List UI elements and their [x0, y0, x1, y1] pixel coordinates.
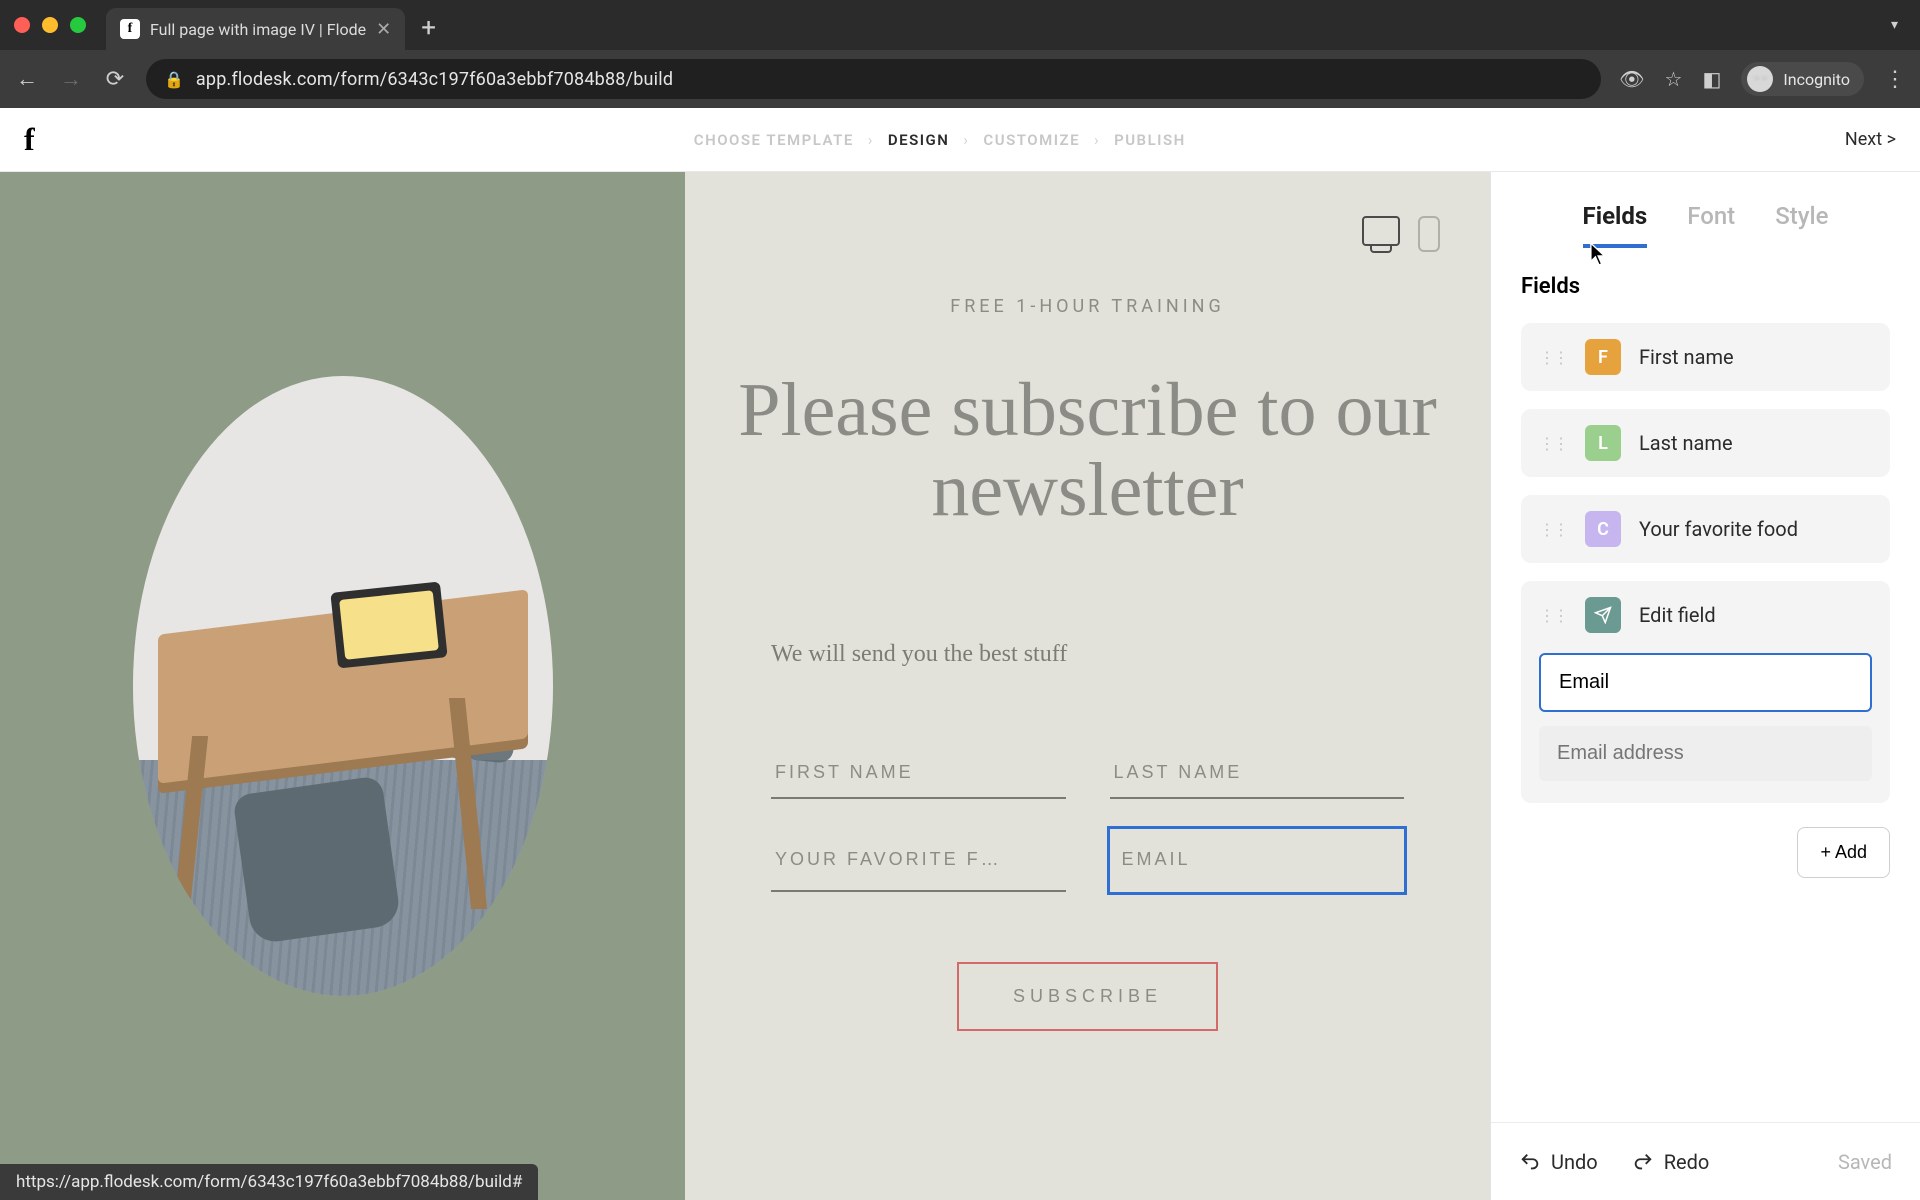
panel-title: Fields — [1521, 274, 1890, 299]
step-design[interactable]: DESIGN — [888, 131, 950, 149]
tab-font[interactable]: Font — [1687, 202, 1735, 248]
fields-panel: Fields ⋮⋮ F First name ⋮⋮ L Last name ⋮⋮… — [1491, 248, 1920, 1122]
eye-off-icon[interactable]: 👁 — [1619, 67, 1644, 91]
window-close-button[interactable] — [14, 17, 30, 33]
canvas-image-pane — [0, 172, 685, 1200]
undo-button[interactable]: Undo — [1519, 1150, 1598, 1174]
status-bar-url: https://app.flodesk.com/form/6343c197f60… — [0, 1164, 538, 1200]
device-toggle — [1362, 216, 1440, 252]
chevron-right-icon: › — [1094, 131, 1100, 149]
app-header: f CHOOSE TEMPLATE › DESIGN › CUSTOMIZE ›… — [0, 108, 1920, 172]
bookmark-star-icon[interactable]: ☆ — [1665, 67, 1683, 91]
tab-fields[interactable]: Fields — [1583, 202, 1648, 248]
window-minimize-button[interactable] — [42, 17, 58, 33]
form-fields — [771, 748, 1404, 892]
chevron-right-icon: › — [963, 131, 969, 149]
field-row-last-name[interactable]: ⋮⋮ L Last name — [1521, 409, 1890, 477]
incognito-label: Incognito — [1783, 70, 1850, 89]
field-badge: F — [1585, 339, 1621, 375]
window-zoom-button[interactable] — [70, 17, 86, 33]
field-badge: C — [1585, 511, 1621, 547]
field-label: Last name — [1639, 431, 1733, 455]
canvas: FREE 1-HOUR TRAINING Please subscribe to… — [0, 172, 1490, 1200]
tab-title: Full page with image IV | Flode — [150, 20, 366, 39]
url-field[interactable]: 🔒 app.flodesk.com/form/6343c197f60a3ebbf… — [146, 59, 1601, 99]
desktop-view-button[interactable] — [1362, 216, 1400, 246]
field-badge: L — [1585, 425, 1621, 461]
saved-status: Saved — [1838, 1150, 1892, 1174]
toolbar-right: 👁 ☆ ◧ 🕶 Incognito ⋮ — [1619, 62, 1906, 96]
step-choose-template[interactable]: CHOOSE TEMPLATE — [694, 131, 854, 149]
reload-button[interactable]: ⟳ — [102, 67, 128, 92]
stepper: CHOOSE TEMPLATE › DESIGN › CUSTOMIZE › P… — [35, 131, 1845, 149]
edit-field-placeholder-input[interactable] — [1539, 726, 1872, 781]
paper-plane-icon — [1594, 606, 1612, 624]
lock-icon: 🔒 — [164, 70, 184, 89]
step-publish[interactable]: PUBLISH — [1114, 131, 1186, 149]
field-label: First name — [1639, 345, 1734, 369]
email-input[interactable] — [1110, 829, 1405, 892]
sidebar-footer: Undo Redo Saved — [1491, 1122, 1920, 1200]
forward-button[interactable]: → — [58, 66, 84, 92]
tabs-overflow-icon[interactable]: ▾ — [1891, 17, 1898, 33]
redo-icon — [1632, 1151, 1654, 1173]
brand-logo[interactable]: f — [24, 121, 35, 158]
add-field-button[interactable]: + Add — [1797, 827, 1890, 878]
next-button[interactable]: Next > — [1845, 129, 1896, 150]
first-name-input[interactable] — [771, 748, 1066, 799]
subscribe-button[interactable]: SUBSCRIBE — [957, 962, 1218, 1031]
main-area: FREE 1-HOUR TRAINING Please subscribe to… — [0, 172, 1920, 1200]
redo-button[interactable]: Redo — [1632, 1150, 1710, 1174]
browser-menu-icon[interactable]: ⋮ — [1884, 67, 1906, 92]
edit-field-block: ⋮⋮ Edit field — [1521, 581, 1890, 803]
subhead-text[interactable]: We will send you the best stuff — [771, 641, 1440, 668]
drag-handle-icon[interactable]: ⋮⋮ — [1539, 348, 1567, 367]
field-row-favorite-food[interactable]: ⋮⋮ C Your favorite food — [1521, 495, 1890, 563]
edit-field-title: Edit field — [1639, 603, 1716, 627]
drag-handle-icon[interactable]: ⋮⋮ — [1539, 434, 1567, 453]
window-controls — [14, 17, 86, 33]
last-name-input[interactable] — [1110, 748, 1405, 799]
canvas-form-pane: FREE 1-HOUR TRAINING Please subscribe to… — [685, 172, 1490, 1200]
browser-chrome: f Full page with image IV | Flode ✕ + ▾ … — [0, 0, 1920, 108]
field-label: Your favorite food — [1639, 517, 1798, 541]
hero-image — [133, 376, 553, 996]
back-button[interactable]: ← — [14, 66, 40, 92]
tab-close-icon[interactable]: ✕ — [376, 19, 391, 40]
favorite-food-input[interactable] — [771, 829, 1066, 892]
sidebar: Fields Font Style Fields ⋮⋮ F First name… — [1490, 172, 1920, 1200]
browser-tab[interactable]: f Full page with image IV | Flode ✕ — [106, 8, 405, 50]
drag-handle-icon[interactable]: ⋮⋮ — [1539, 520, 1567, 539]
field-badge-email — [1585, 597, 1621, 633]
panel-icon[interactable]: ◧ — [1702, 67, 1721, 91]
tab-bar: f Full page with image IV | Flode ✕ + ▾ — [0, 0, 1920, 50]
step-customize[interactable]: CUSTOMIZE — [983, 131, 1080, 149]
chevron-right-icon: › — [868, 131, 874, 149]
new-tab-button[interactable]: + — [421, 13, 436, 43]
eyebrow-text[interactable]: FREE 1-HOUR TRAINING — [735, 296, 1440, 317]
sidebar-tabs: Fields Font Style — [1491, 172, 1920, 248]
favicon-icon: f — [120, 19, 140, 39]
mobile-view-button[interactable] — [1418, 216, 1440, 252]
edit-field-name-input[interactable] — [1539, 653, 1872, 712]
url-text: app.flodesk.com/form/6343c197f60a3ebbf70… — [196, 69, 673, 90]
address-bar: ← → ⟳ 🔒 app.flodesk.com/form/6343c197f60… — [0, 50, 1920, 108]
incognito-indicator[interactable]: 🕶 Incognito — [1741, 62, 1864, 96]
incognito-icon: 🕶 — [1747, 66, 1773, 92]
field-row-first-name[interactable]: ⋮⋮ F First name — [1521, 323, 1890, 391]
drag-handle-icon[interactable]: ⋮⋮ — [1539, 606, 1567, 625]
tab-style[interactable]: Style — [1775, 202, 1828, 248]
undo-icon — [1519, 1151, 1541, 1173]
headline-text[interactable]: Please subscribe to our newsletter — [735, 371, 1440, 531]
